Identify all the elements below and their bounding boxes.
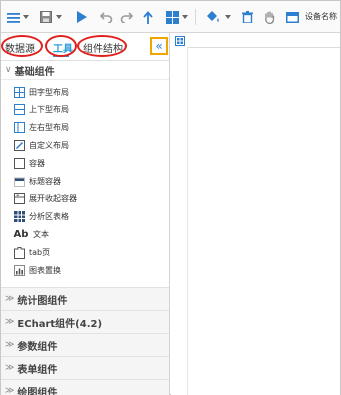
list-item[interactable]: 田字型布局 — [13, 84, 69, 101]
menu-icon[interactable] — [6, 10, 20, 24]
hand-icon[interactable] — [263, 10, 275, 24]
section-basic-components[interactable]: ∨ 基础组件 — [1, 60, 169, 80]
layout-icon[interactable] — [165, 10, 179, 24]
paint-dropdown-icon[interactable] — [225, 15, 231, 19]
vertical-layout-icon — [13, 104, 25, 116]
item-label: 田字型布局 — [29, 88, 69, 97]
section-parameter-components[interactable]: ≫ 参数组件 — [1, 333, 169, 356]
list-item[interactable]: 标题容器 — [13, 173, 61, 190]
section-title: EChart组件(4.2) — [17, 318, 103, 330]
item-label: 分析区表格 — [29, 212, 69, 221]
menu-dropdown-icon[interactable] — [23, 15, 29, 19]
toolbar-divider — [195, 9, 196, 25]
list-item[interactable]: 分析区表格 — [13, 208, 69, 225]
item-label: 容器 — [29, 159, 45, 168]
designer-window: 设备名称 数据源 工具 组件结构 « ∨ 基础组件 田字型布局 上下型布局 左右… — [0, 0, 341, 395]
section-title: 表单组件 — [17, 364, 58, 376]
tab-data-source[interactable]: 数据源 — [5, 40, 35, 55]
chevron-right-icon: ≫ — [5, 340, 15, 350]
custom-layout-icon — [13, 140, 25, 152]
chevron-down-icon: ∨ — [5, 65, 12, 75]
item-label: 展开收起容器 — [29, 194, 77, 203]
section-title: 绘图组件 — [17, 387, 58, 395]
section-title: 参数组件 — [17, 341, 58, 353]
section-echart-components[interactable]: ≫ EChart组件(4.2) — [1, 310, 169, 333]
container-icon — [13, 158, 25, 170]
item-label: 自定义布局 — [29, 141, 69, 150]
list-item[interactable]: 图表置换 — [13, 262, 61, 279]
title-container-icon — [13, 176, 25, 188]
component-panel: 数据源 工具 组件结构 « ∨ 基础组件 田字型布局 上下型布局 左右型布局 自… — [1, 33, 170, 395]
chevron-right-icon: ≫ — [5, 386, 15, 395]
section-statistic-charts[interactable]: ≫ 统计图组件 — [1, 287, 169, 310]
paint-bucket-icon[interactable] — [206, 10, 220, 24]
design-canvas[interactable] — [171, 33, 340, 395]
list-item[interactable]: 上下型布局 — [13, 101, 69, 118]
item-label: tab页 — [29, 248, 51, 257]
collapse-panel-button[interactable]: « — [150, 37, 168, 55]
list-item[interactable]: 展开收起容器 — [13, 190, 77, 207]
section-title: 统计图组件 — [17, 295, 68, 307]
panel-tabs: 数据源 工具 组件结构 « — [1, 33, 169, 59]
redo-icon[interactable] — [119, 10, 133, 24]
tab-tools[interactable]: 工具 — [53, 40, 73, 55]
upload-icon[interactable] — [141, 10, 154, 24]
item-label: 图表置换 — [29, 266, 61, 275]
list-item[interactable]: 容器 — [13, 155, 45, 172]
vertical-ruler — [187, 47, 188, 395]
item-label: 左右型布局 — [29, 123, 69, 132]
horizontal-ruler — [187, 47, 340, 48]
chart-swap-icon — [13, 265, 25, 277]
list-item[interactable]: 自定义布局 — [13, 137, 69, 154]
delete-icon[interactable] — [241, 10, 253, 24]
chevron-right-icon: ≫ — [5, 294, 15, 304]
table-icon — [13, 211, 25, 223]
chevron-right-icon: ≫ — [5, 317, 15, 327]
save-icon[interactable] — [39, 10, 53, 24]
horizontal-layout-icon — [13, 122, 25, 134]
grid-layout-icon — [13, 87, 25, 99]
section-drawing-components[interactable]: ≫ 绘图组件 — [1, 379, 169, 395]
list-item[interactable]: tab页 — [13, 244, 50, 261]
list-item[interactable]: Ab 文本 — [13, 226, 49, 243]
text-icon: Ab — [13, 229, 29, 240]
item-label: 上下型布局 — [29, 105, 69, 114]
list-item[interactable]: 左右型布局 — [13, 119, 69, 136]
item-label: 标题容器 — [29, 177, 61, 186]
ruler-corner-icon[interactable] — [175, 36, 185, 46]
save-dropdown-icon[interactable] — [56, 15, 62, 19]
play-icon[interactable] — [76, 10, 88, 24]
section-form-components[interactable]: ≫ 表单组件 — [1, 356, 169, 379]
section-title: 基础组件 — [14, 66, 55, 78]
tab-component-structure[interactable]: 组件结构 — [83, 40, 123, 55]
device-name-label[interactable]: 设备名称 — [305, 11, 337, 22]
collapsible-container-icon — [13, 193, 25, 205]
undo-icon[interactable] — [99, 10, 113, 24]
toolbar: 设备名称 — [1, 1, 340, 33]
tab-page-icon — [13, 246, 25, 259]
chevron-right-icon: ≫ — [5, 363, 15, 373]
active-tab-indicator — [53, 55, 69, 57]
device-icon[interactable] — [285, 10, 299, 24]
layout-dropdown-icon[interactable] — [182, 15, 188, 19]
item-label: 文本 — [33, 230, 49, 239]
